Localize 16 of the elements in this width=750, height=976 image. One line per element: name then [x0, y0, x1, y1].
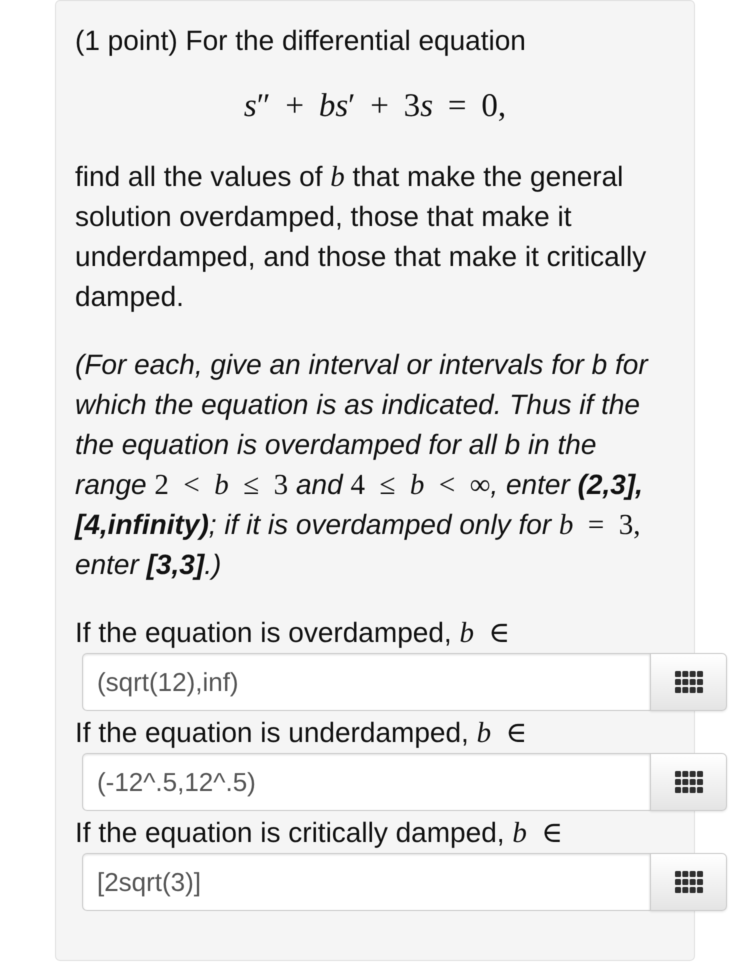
- grid-icon: [674, 671, 702, 693]
- answer-field[interactable]: (-12^.5,12^.5): [82, 753, 650, 811]
- equation-editor-button[interactable]: [650, 853, 727, 911]
- answer-field[interactable]: (sqrt(12),inf): [82, 653, 650, 711]
- question-label: If the equation is overdamped, b ∈: [75, 616, 511, 651]
- equation-editor-button[interactable]: [650, 653, 727, 711]
- question-label: If the equation is critically damped, b ∈: [75, 816, 564, 851]
- problem-heading: (1 point) For the differential equation: [75, 24, 527, 58]
- equation-editor-button[interactable]: [650, 753, 727, 811]
- question-label: If the equation is underdamped, b ∈: [75, 716, 528, 751]
- note-paragraph: (For each, give an interval or intervals for b for which the equation is as indicated. Thus if the the equation is overdamped for all b in the range 2 < b ≤ 3 and 4 ≤ b < ∞, enter (2,3], [4,infinity); if it is overdamped only for b = 3, enter [3,3].): [75, 348, 650, 582]
- instruction-paragraph: find all the values of b that make the general solution overdamped, those that make it underdamped, and those that make it critically damped.: [75, 160, 648, 314]
- equation: s″ + bs′ + 3s = 0,: [242, 87, 508, 126]
- answer-field[interactable]: [2sqrt(3)]: [82, 853, 650, 911]
- grid-icon: [674, 871, 702, 893]
- grid-icon: [674, 771, 702, 793]
